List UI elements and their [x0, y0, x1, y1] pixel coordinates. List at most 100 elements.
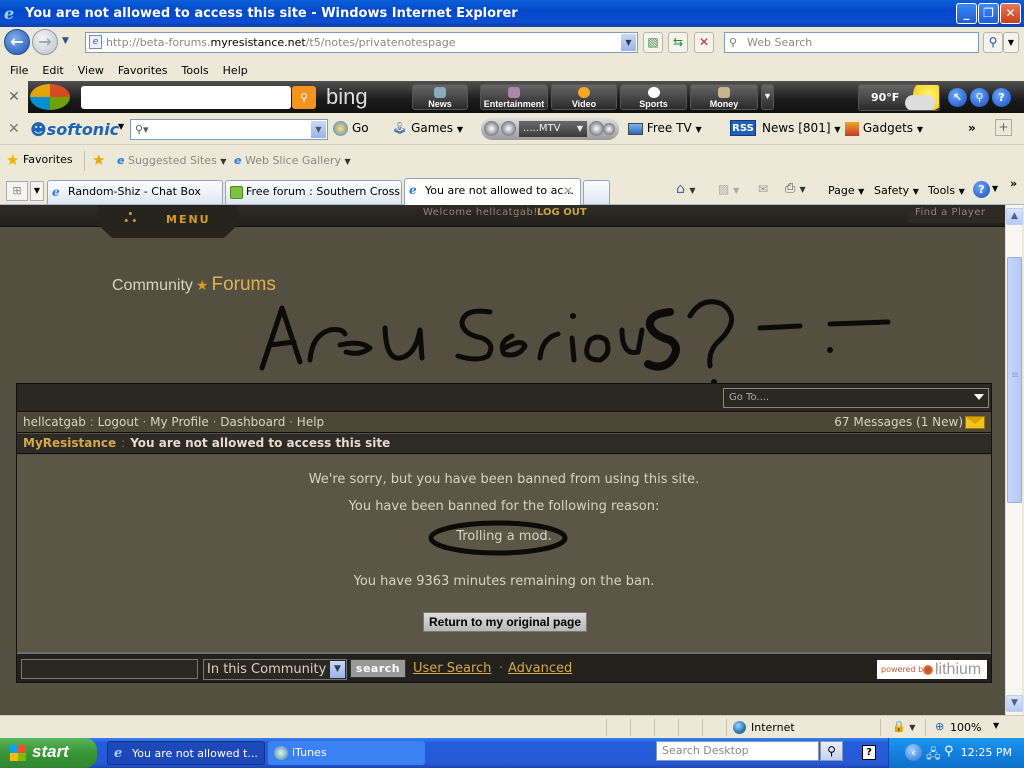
- zoom-level[interactable]: 100%: [950, 721, 981, 734]
- feeds-icon[interactable]: ▨ ▼: [718, 182, 739, 196]
- bing-search-icon[interactable]: ⚲: [970, 88, 989, 107]
- taskbar-ie-window[interactable]: e You are not allowed t...: [107, 741, 265, 765]
- gadgets-button[interactable]: Gadgets ▼: [845, 121, 923, 136]
- network-icon[interactable]: 🖧: [926, 745, 941, 767]
- advanced-search-link[interactable]: Advanced: [508, 661, 572, 676]
- add-to-favorites-icon[interactable]: ★: [92, 151, 105, 169]
- help-dropdown-icon[interactable]: ▼: [992, 184, 998, 193]
- protected-mode-icon[interactable]: 🔒 ▼: [892, 720, 915, 733]
- refresh-icon[interactable]: ⇆: [668, 32, 688, 53]
- powered-by-lithium-logo[interactable]: powered by lithium: [877, 660, 987, 679]
- radio-volume-icon[interactable]: [589, 121, 604, 136]
- menu-file[interactable]: File: [3, 64, 35, 77]
- search-tray-icon[interactable]: ⚲: [944, 744, 954, 759]
- suggested-sites-link[interactable]: e Suggested Sites ▼: [117, 154, 226, 167]
- compatibility-view-icon[interactable]: ▧: [643, 32, 663, 53]
- minimize-button[interactable]: _: [956, 3, 977, 24]
- msn-butterfly-icon[interactable]: [30, 84, 70, 110]
- menu-view[interactable]: View: [71, 64, 111, 77]
- help-icon[interactable]: ?: [973, 181, 990, 198]
- bing-search-button[interactable]: ⚲: [292, 86, 316, 109]
- toolbar-overflow-icon[interactable]: »: [968, 121, 976, 135]
- menu-favorites[interactable]: Favorites: [111, 64, 175, 77]
- news-feed-button[interactable]: News [801] ▼: [762, 121, 841, 135]
- radio-player[interactable]: .....MTV ▼: [481, 118, 619, 140]
- site-menu-button[interactable]: ⛬ MENU: [98, 205, 238, 238]
- bing-more-dropdown-icon[interactable]: ▼: [761, 84, 774, 110]
- softonic-search-input[interactable]: ⚲▾ ▼: [130, 119, 328, 140]
- back-button[interactable]: ←: [4, 29, 30, 55]
- logout-top-link[interactable]: LOG OUT: [537, 207, 587, 218]
- address-dropdown-icon[interactable]: ▼: [621, 34, 636, 51]
- restore-button[interactable]: ❐: [978, 3, 999, 24]
- tab-free-forum[interactable]: Free forum : Southern Cross: [225, 180, 402, 204]
- close-button[interactable]: ✕: [1000, 3, 1021, 24]
- web-search-input[interactable]: ⚲ Web Search: [724, 32, 979, 53]
- show-hidden-icons-icon[interactable]: ‹: [905, 744, 922, 761]
- bing-money-button[interactable]: Money: [690, 84, 758, 110]
- close-tab-icon[interactable]: ✕: [563, 179, 573, 203]
- bing-search-input[interactable]: [81, 86, 291, 109]
- desktop-search-input[interactable]: Search Desktop: [656, 741, 819, 761]
- tab-random-shiz[interactable]: e Random-Shiz - Chat Box: [47, 180, 223, 204]
- user-search-link[interactable]: User Search: [413, 661, 491, 676]
- goto-select[interactable]: Go To....: [723, 388, 989, 408]
- taskbar-itunes[interactable]: iTunes: [268, 741, 425, 765]
- breadcrumb-home-link[interactable]: MyResistance: [23, 436, 116, 450]
- security-zone[interactable]: Internet: [751, 721, 795, 734]
- close-toolbar-icon[interactable]: ✕: [0, 81, 28, 113]
- bing-video-button[interactable]: Video: [551, 84, 617, 110]
- stop-icon[interactable]: ✕: [694, 32, 714, 53]
- safety-menu[interactable]: Safety ▼: [874, 184, 919, 197]
- dashboard-link[interactable]: Dashboard: [220, 415, 285, 429]
- softonic-games-button[interactable]: 🕹 Games ▼: [392, 121, 463, 135]
- scroll-down-icon[interactable]: ▼: [1006, 695, 1023, 712]
- menu-help[interactable]: Help: [216, 64, 255, 77]
- tab-list-dropdown-icon[interactable]: ▼: [30, 181, 44, 201]
- bing-pointer-icon[interactable]: ↖: [948, 88, 967, 107]
- add-toolbar-button-icon[interactable]: +: [995, 119, 1012, 136]
- vertical-scrollbar[interactable]: ▲ ▼: [1005, 205, 1023, 715]
- home-icon[interactable]: ⌂ ▼: [676, 181, 696, 197]
- forward-button[interactable]: →: [32, 29, 58, 55]
- radio-station-select[interactable]: .....MTV ▼: [519, 121, 587, 137]
- help-balloon-icon[interactable]: ?: [862, 745, 876, 760]
- scroll-thumb[interactable]: [1007, 257, 1022, 503]
- logout-link[interactable]: Logout: [98, 415, 139, 429]
- web-slice-gallery-link[interactable]: e Web Slice Gallery ▼: [234, 154, 351, 167]
- softonic-logo[interactable]: ☻softonic: [30, 120, 119, 139]
- page-menu[interactable]: Page ▼: [828, 184, 864, 197]
- username-link[interactable]: hellcatgab: [23, 415, 86, 429]
- scroll-up-icon[interactable]: ▲: [1006, 208, 1023, 225]
- bing-news-button[interactable]: News: [412, 84, 468, 110]
- weather-widget[interactable]: 90°F: [858, 84, 940, 111]
- window-title-bar[interactable]: e You are not allowed to access this sit…: [0, 0, 1024, 27]
- close-toolbar-icon[interactable]: ✕: [8, 121, 20, 137]
- menu-tools[interactable]: Tools: [175, 64, 216, 77]
- bing-entertainment-button[interactable]: Entertainment: [480, 84, 548, 110]
- bing-sports-button[interactable]: Sports: [620, 84, 687, 110]
- search-scope-select[interactable]: In this Community ▼: [203, 659, 347, 680]
- zoom-dropdown-icon[interactable]: ▼: [993, 721, 999, 730]
- community-search-input[interactable]: [21, 659, 198, 679]
- help-link[interactable]: Help: [297, 415, 324, 429]
- search-options-dropdown-icon[interactable]: ▼: [1003, 32, 1019, 53]
- radio-play-icon[interactable]: [501, 121, 516, 136]
- favorites-button[interactable]: ★ Favorites: [6, 151, 73, 169]
- quick-tabs-icon[interactable]: ⊞: [6, 181, 28, 201]
- softonic-dropdown-icon[interactable]: ▼: [118, 122, 124, 131]
- start-button[interactable]: start: [0, 738, 97, 768]
- recent-pages-dropdown-icon[interactable]: ▼: [62, 36, 69, 46]
- clock[interactable]: 12:25 PM: [961, 746, 1012, 759]
- radio-mute-icon[interactable]: [603, 123, 615, 135]
- tab-not-allowed[interactable]: e You are not allowed to ac... ✕: [404, 178, 581, 205]
- search-go-icon[interactable]: ⚲: [983, 32, 1003, 53]
- my-profile-link[interactable]: My Profile: [150, 415, 209, 429]
- softonic-search-dropdown-icon[interactable]: ▼: [311, 121, 326, 138]
- new-tab-button[interactable]: [583, 180, 610, 204]
- search-button[interactable]: search: [350, 659, 406, 678]
- softonic-go-button[interactable]: Go: [333, 121, 369, 136]
- address-bar[interactable]: e http://beta-forums.myresistance.net/t5…: [85, 32, 638, 53]
- bing-help-icon[interactable]: ?: [992, 88, 1011, 107]
- return-button[interactable]: Return to my original page: [423, 612, 587, 632]
